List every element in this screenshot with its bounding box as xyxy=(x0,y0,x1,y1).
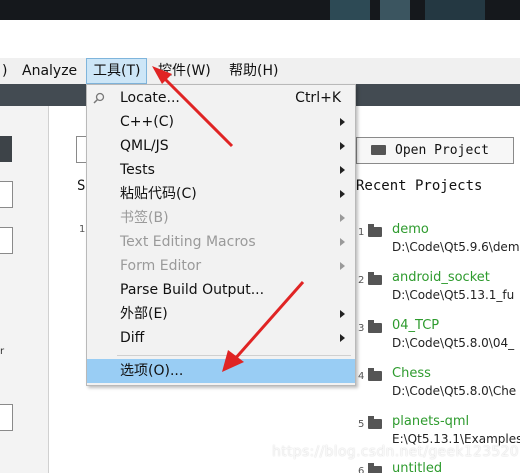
project-number: 2 xyxy=(358,275,365,286)
menu-separator xyxy=(117,355,351,356)
menu-item-parse-build-output[interactable]: Parse Build Output... xyxy=(87,278,355,302)
menu-item-label: QML/JS xyxy=(120,138,169,154)
project-path: D:\Code\Qt5.8.0\04_ xyxy=(392,336,515,350)
mode-button[interactable] xyxy=(0,136,12,162)
project-name[interactable]: untitled xyxy=(392,461,442,473)
folder-icon xyxy=(368,224,382,237)
left-button[interactable] xyxy=(0,227,13,254)
tools-dropdown-menu: Locate... Ctrl+K C++(C) QML/JS Tests 粘贴代… xyxy=(86,84,356,386)
project-number: 4 xyxy=(358,371,365,382)
submenu-arrow-icon xyxy=(340,214,345,222)
project-number: 3 xyxy=(358,323,365,334)
menu-item-label: 粘贴代码(C) xyxy=(120,186,197,202)
menu-item-qmljs[interactable]: QML/JS xyxy=(87,134,355,158)
recent-project-item[interactable]: 4 Chess D:\Code\Qt5.8.0\Che xyxy=(358,366,520,414)
sessions-title-partial: S xyxy=(77,178,86,194)
menu-item-label: Diff xyxy=(120,330,145,346)
project-number: 5 xyxy=(358,419,365,430)
project-name[interactable]: demo xyxy=(392,222,429,237)
shortcut-label: Ctrl+K xyxy=(295,90,341,106)
folder-icon xyxy=(368,416,382,429)
open-project-button[interactable]: Open Project xyxy=(356,137,514,164)
menu-item-paste-code[interactable]: 粘贴代码(C) xyxy=(87,182,355,206)
menu-item-label: Form Editor xyxy=(120,258,202,274)
folder-icon xyxy=(368,320,382,333)
menu-item-options[interactable]: 选项(O)... xyxy=(87,359,355,383)
menu-item-text-editing-macros[interactable]: Text Editing Macros xyxy=(87,230,355,254)
recent-projects-title: Recent Projects xyxy=(356,178,483,194)
folder-icon xyxy=(368,272,382,285)
project-name[interactable]: android_socket xyxy=(392,270,490,285)
project-name[interactable]: Chess xyxy=(392,366,431,381)
menu-item-external[interactable]: 外部(E) xyxy=(87,302,355,326)
submenu-arrow-icon xyxy=(340,118,345,126)
submenu-arrow-icon xyxy=(340,238,345,246)
menu-item-tools[interactable]: 工具(T) xyxy=(86,58,148,84)
watermark-text: https://blog.csdn.net/geek123520 xyxy=(272,444,520,460)
search-icon xyxy=(93,92,105,104)
recent-project-item[interactable]: 3 04_TCP D:\Code\Qt5.8.0\04_ xyxy=(358,318,520,366)
recent-project-item[interactable]: 2 android_socket D:\Code\Qt5.13.1_fu xyxy=(358,270,520,318)
open-project-label: Open Project xyxy=(395,143,489,158)
left-partial-text: r xyxy=(0,346,5,357)
left-button[interactable] xyxy=(0,404,13,431)
menu-item-label: C++(C) xyxy=(120,114,174,130)
folder-icon xyxy=(368,368,382,381)
menu-item-label: 选项(O)... xyxy=(120,363,184,379)
title-area xyxy=(0,20,520,58)
menu-item-label: Locate... xyxy=(120,90,180,106)
menu-item-controls[interactable]: 控件(W) xyxy=(152,58,217,84)
project-path: D:\Code\Qt5.9.6\dem xyxy=(392,240,520,254)
menu-item-bookmarks[interactable]: 书签(B) xyxy=(87,206,355,230)
menu-item-partial[interactable]: ) xyxy=(0,58,13,84)
project-path: D:\Code\Qt5.8.0\Che xyxy=(392,384,517,398)
session-number-partial: 1 xyxy=(79,224,86,235)
menu-item-form-editor[interactable]: Form Editor xyxy=(87,254,355,278)
submenu-arrow-icon xyxy=(340,166,345,174)
project-number: 1 xyxy=(358,227,365,238)
welcome-left-panel: r xyxy=(0,106,49,473)
menu-item-label: Tests xyxy=(120,162,155,178)
submenu-arrow-icon xyxy=(340,262,345,270)
project-name[interactable]: 04_TCP xyxy=(392,318,439,333)
menu-item-analyze[interactable]: Analyze xyxy=(16,58,83,84)
project-path: D:\Code\Qt5.13.1_fu xyxy=(392,288,515,302)
menu-item-locate[interactable]: Locate... Ctrl+K xyxy=(87,86,355,110)
menu-item-label: Text Editing Macros xyxy=(120,234,256,250)
menu-item-label: Parse Build Output... xyxy=(120,282,265,298)
recent-project-item[interactable]: 6 untitled xyxy=(358,461,520,473)
menu-bar: ) Analyze 工具(T) 控件(W) 帮助(H) xyxy=(0,58,520,85)
menu-item-help[interactable]: 帮助(H) xyxy=(223,58,284,84)
menu-item-tests[interactable]: Tests xyxy=(87,158,355,182)
submenu-arrow-icon xyxy=(340,310,345,318)
submenu-arrow-icon xyxy=(340,334,345,342)
project-number: 6 xyxy=(358,466,365,473)
menu-item-label: 书签(B) xyxy=(120,210,169,226)
submenu-arrow-icon xyxy=(340,190,345,198)
folder-icon xyxy=(368,463,382,473)
recent-project-item[interactable]: 1 demo D:\Code\Qt5.9.6\dem xyxy=(358,222,520,270)
menu-item-label: 外部(E) xyxy=(120,306,168,322)
left-button[interactable] xyxy=(0,181,13,208)
menu-item-cpp[interactable]: C++(C) xyxy=(87,110,355,134)
project-name[interactable]: planets-qml xyxy=(392,414,469,429)
folder-open-icon xyxy=(371,145,386,155)
menu-item-diff[interactable]: Diff xyxy=(87,326,355,350)
top-background-strip xyxy=(0,0,520,20)
submenu-arrow-icon xyxy=(340,142,345,150)
